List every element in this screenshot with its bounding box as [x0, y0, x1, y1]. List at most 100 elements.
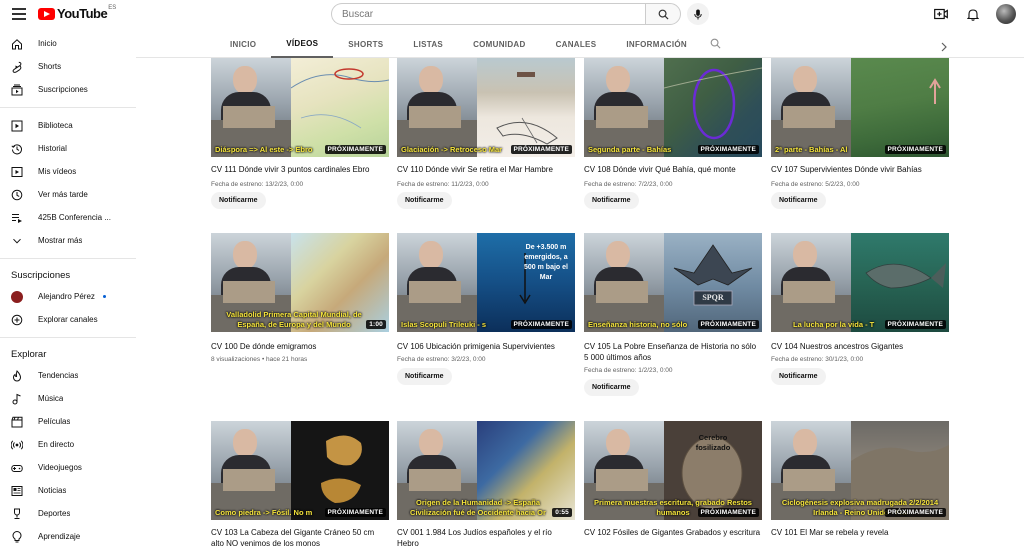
- create-button[interactable]: [932, 5, 950, 23]
- voice-search-button[interactable]: [687, 3, 709, 25]
- video-thumbnail[interactable]: De +3.500 m emergidos, a 500 m bajo el M…: [397, 233, 575, 332]
- sidebar-item-history[interactable]: Historial: [0, 137, 136, 160]
- notify-button[interactable]: Notificarme: [584, 379, 639, 396]
- tab-channels[interactable]: CANALES: [541, 32, 612, 58]
- speaker-image: [584, 58, 664, 157]
- thumbnail-caption: Valladolid Primera Capital Mundial, de E…: [226, 310, 362, 329]
- lightbulb-icon: [11, 530, 23, 543]
- premiere-badge: PRÓXIMAMENTE: [510, 145, 572, 154]
- tab-playlists[interactable]: LISTAS: [398, 32, 458, 58]
- sidebar-divider: [0, 337, 136, 338]
- logo-text: YouTube: [57, 6, 108, 21]
- video-title[interactable]: CV 110 Dónde vivir Se retira el Mar Hamb…: [397, 164, 575, 175]
- satellite-coast-image: [851, 58, 949, 157]
- notify-button[interactable]: Notificarme: [771, 368, 826, 385]
- sidebar-item-home[interactable]: Inicio: [0, 32, 136, 55]
- sidebar-item-movies[interactable]: Películas: [0, 410, 136, 433]
- sidebar-item-music[interactable]: Música: [0, 387, 136, 410]
- speaker-image: [584, 233, 664, 332]
- video-title[interactable]: CV 102 Fósiles de Gigantes Grabados y es…: [584, 527, 762, 538]
- subscriptions-icon: [11, 84, 23, 96]
- sidebar-item-news[interactable]: Noticias: [0, 479, 136, 502]
- sidebar-item-live[interactable]: En directo: [0, 433, 136, 456]
- premiere-badge: PRÓXIMAMENTE: [324, 508, 386, 517]
- video-meta: Fecha de estreno: 5/2/23, 0:00: [771, 181, 860, 188]
- sidebar-item-subscriptions[interactable]: Suscripciones: [0, 78, 136, 101]
- video-title[interactable]: CV 100 De dónde emigramos: [211, 341, 389, 352]
- notify-button[interactable]: Notificarme: [771, 192, 826, 209]
- playlist-icon: [11, 212, 23, 224]
- sidebar-item-label: Mis vídeos: [38, 167, 77, 176]
- sidebar-item-learning[interactable]: Aprendizaje: [0, 525, 136, 548]
- sidebar-item-library[interactable]: Biblioteca: [0, 114, 136, 137]
- sidebar-item-sports[interactable]: Deportes: [0, 502, 136, 525]
- video-title[interactable]: CV 104 Nuestros ancestros Gigantes: [771, 341, 949, 352]
- channel-search-icon[interactable]: [710, 36, 721, 54]
- video-thumbnail[interactable]: La lucha por la vida - T PRÓXIMAMENTE: [771, 233, 949, 332]
- search-input[interactable]: [331, 3, 645, 25]
- sidebar-item-label: Tendencias: [38, 371, 79, 380]
- notifications-button[interactable]: [964, 5, 982, 23]
- sidebar-item-label: Películas: [38, 417, 71, 426]
- video-thumbnail[interactable]: SPQR Enseñanza historia, no sólo PRÓXIMA…: [584, 233, 762, 332]
- video-thumbnail[interactable]: Cerebro fosilizado Primera muestras escr…: [584, 421, 762, 520]
- channel-tabs: INICIO VÍDEOS SHORTS LISTAS COMUNIDAD CA…: [136, 32, 1024, 58]
- menu-icon[interactable]: [12, 8, 26, 20]
- video-thumbnail[interactable]: Origen de la Humanidad -> España Civiliz…: [397, 421, 575, 520]
- sidebar-subscription-channel[interactable]: Alejandro Pérez: [0, 285, 136, 308]
- video-title[interactable]: CV 103 La Cabeza del Gigante Cráneo 50 c…: [211, 527, 389, 549]
- sidebar-item-label: Videojuegos: [38, 463, 82, 472]
- library-icon: [11, 120, 23, 132]
- account-avatar[interactable]: [996, 4, 1016, 24]
- video-title[interactable]: CV 105 La Pobre Enseñanza de Historia no…: [584, 341, 762, 363]
- video-thumbnail[interactable]: Segunda parte - Bahías PRÓXIMAMENTE: [584, 58, 762, 157]
- video-thumbnail[interactable]: Ciclogénesis explosiva madrugada 2/2/201…: [771, 421, 949, 520]
- video-thumbnail[interactable]: Valladolid Primera Capital Mundial, de E…: [211, 233, 389, 332]
- tab-community[interactable]: COMUNIDAD: [458, 32, 540, 58]
- sidebar: Inicio Shorts Suscripciones Biblioteca H…: [0, 32, 136, 555]
- sidebar-item-trending[interactable]: Tendencias: [0, 364, 136, 387]
- video-thumbnail[interactable]: Glaciación -> Retroceso Mar PRÓXIMAMENTE: [397, 58, 575, 157]
- bell-icon: [967, 8, 979, 21]
- premiere-badge: PRÓXIMAMENTE: [697, 320, 759, 329]
- create-video-icon: [934, 8, 948, 20]
- video-thumbnail[interactable]: Diáspora => Al este -> Ebro PRÓXIMAMENTE: [211, 58, 389, 157]
- youtube-logo[interactable]: YouTube ES: [38, 5, 116, 21]
- fossil-skull-image: [291, 421, 389, 520]
- sidebar-item-show-more[interactable]: Mostrar más: [0, 229, 136, 252]
- clapperboard-icon: [11, 416, 23, 428]
- video-thumbnail[interactable]: 2ª parte - Bahías - Al PRÓXIMAMENTE: [771, 58, 949, 157]
- video-title[interactable]: CV 111 Dónde vivir 3 puntos cardinales E…: [211, 164, 389, 175]
- chevron-right-icon[interactable]: [940, 39, 948, 57]
- tab-shorts[interactable]: SHORTS: [333, 32, 398, 58]
- video-title[interactable]: CV 108 Dónde vivir Qué Bahía, qué monte: [584, 164, 762, 175]
- flame-icon: [11, 369, 23, 382]
- tab-home[interactable]: INICIO: [215, 32, 271, 58]
- video-title[interactable]: CV 106 Ubicación primigenia Supervivient…: [397, 341, 575, 352]
- tab-videos[interactable]: VÍDEOS: [271, 32, 334, 58]
- sidebar-item-my-videos[interactable]: Mis vídeos: [0, 160, 136, 183]
- sidebar-item-playlist[interactable]: 425B Conferencia ...: [0, 206, 136, 229]
- home-icon: [11, 38, 23, 50]
- video-thumbnail[interactable]: Como piedra -> Fósil. No m PRÓXIMAMENTE: [211, 421, 389, 520]
- video-title[interactable]: CV 107 Supervivientes Dónde vivir Bahías: [771, 164, 949, 175]
- top-bar: YouTube ES: [0, 0, 1024, 30]
- tab-about[interactable]: INFORMACIÓN: [611, 32, 702, 58]
- premiere-badge: PRÓXIMAMENTE: [510, 320, 572, 329]
- sidebar-item-watch-later[interactable]: Ver más tarde: [0, 183, 136, 206]
- notify-button[interactable]: Notificarme: [584, 192, 639, 209]
- notify-button[interactable]: Notificarme: [397, 192, 452, 209]
- sidebar-item-shorts[interactable]: Shorts: [0, 55, 136, 78]
- video-title[interactable]: CV 101 El Mar se rebela y revela: [771, 527, 949, 538]
- sidebar-item-gaming[interactable]: Videojuegos: [0, 456, 136, 479]
- search-button[interactable]: [645, 3, 681, 25]
- notify-button[interactable]: Notificarme: [211, 192, 266, 209]
- thumbnail-overlay-text: SPQR: [702, 293, 724, 302]
- video-title[interactable]: CV 001 1.984 Los Judíos españoles y el r…: [397, 527, 575, 549]
- sidebar-item-label: Inicio: [38, 39, 57, 48]
- sidebar-item-browse-channels[interactable]: Explorar canales: [0, 308, 136, 331]
- sidebar-item-label: Deportes: [38, 509, 71, 518]
- newspaper-icon: [11, 485, 23, 497]
- notify-button[interactable]: Notificarme: [397, 368, 452, 385]
- duration-badge: 1:00: [366, 320, 386, 329]
